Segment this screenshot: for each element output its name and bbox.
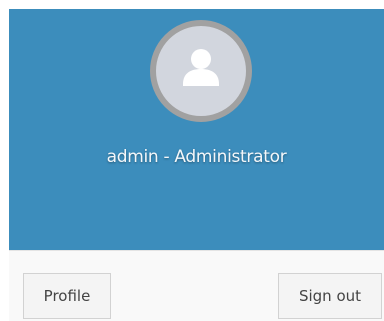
profile-button[interactable]: Profile <box>23 273 111 319</box>
user-name-label: admin - Administrator <box>106 147 287 167</box>
sign-out-button[interactable]: Sign out <box>278 273 382 319</box>
user-silhouette-icon <box>183 49 219 86</box>
user-footer: Profile Sign out <box>9 250 384 321</box>
user-menu-dropdown: admin - Administrator Profile Sign out <box>9 9 384 321</box>
user-header: admin - Administrator <box>9 9 384 250</box>
user-avatar <box>150 20 252 122</box>
